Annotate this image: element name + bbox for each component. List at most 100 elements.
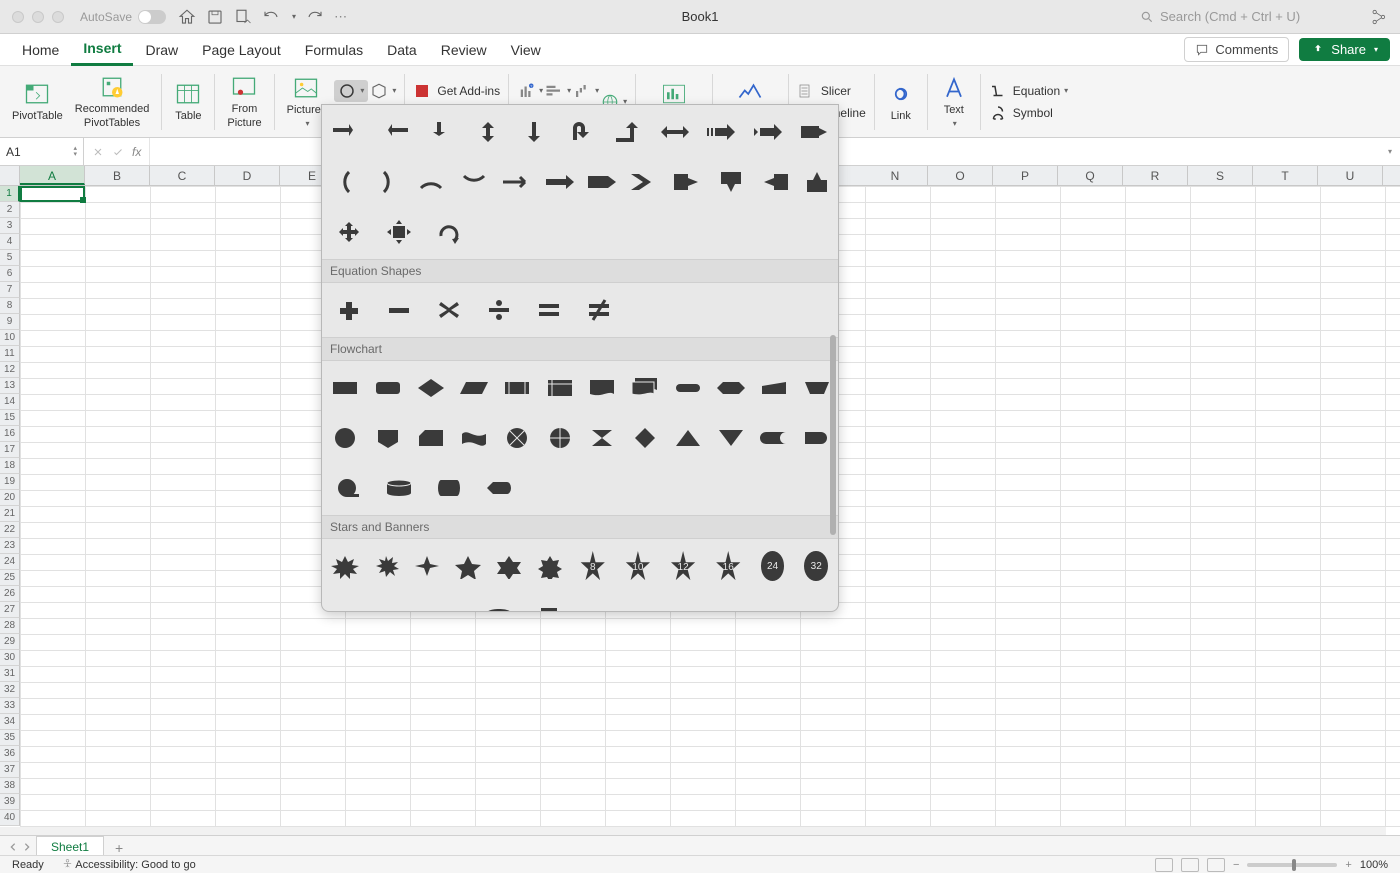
col-header-Q[interactable]: Q xyxy=(1058,166,1123,185)
col-header-A[interactable]: A xyxy=(20,166,85,185)
shape-star6[interactable] xyxy=(492,545,525,587)
shape-equals[interactable] xyxy=(528,289,570,331)
shape-fc-preparation[interactable] xyxy=(713,367,748,409)
row-header-5[interactable]: 5 xyxy=(0,250,20,266)
shape-fc-multidoc[interactable] xyxy=(628,367,663,409)
shape-star4[interactable] xyxy=(410,545,443,587)
shape-down-arrow[interactable] xyxy=(421,111,460,153)
row-header-25[interactable]: 25 xyxy=(0,570,20,586)
col-header-T[interactable]: T xyxy=(1253,166,1318,185)
row-header-36[interactable]: 36 xyxy=(0,746,20,762)
row-header-15[interactable]: 15 xyxy=(0,410,20,426)
shape-arc-right[interactable] xyxy=(371,161,406,203)
shape-not-equal[interactable] xyxy=(578,289,620,331)
shape-left-right-arrow[interactable] xyxy=(655,111,694,153)
shape-u-turn-arrow[interactable] xyxy=(562,111,601,153)
sheet-prev-button[interactable] xyxy=(8,840,18,855)
recommended-charts-button[interactable]: ?▾ xyxy=(517,82,543,100)
col-header-D[interactable]: D xyxy=(215,166,280,185)
undo-dropdown[interactable]: ▾ xyxy=(292,12,296,21)
row-header-7[interactable]: 7 xyxy=(0,282,20,298)
row-header-26[interactable]: 26 xyxy=(0,586,20,602)
save-icon[interactable] xyxy=(206,8,224,26)
shape-divide[interactable] xyxy=(478,289,520,331)
col-header-B[interactable]: B xyxy=(85,166,150,185)
shape-fc-terminator[interactable] xyxy=(671,367,706,409)
tab-data[interactable]: Data xyxy=(375,34,429,66)
shape-callout-right[interactable] xyxy=(671,161,706,203)
shape-plus[interactable] xyxy=(328,289,370,331)
tab-home[interactable]: Home xyxy=(10,34,71,66)
row-header-18[interactable]: 18 xyxy=(0,458,20,474)
row-header-17[interactable]: 17 xyxy=(0,442,20,458)
row-header-31[interactable]: 31 xyxy=(0,666,20,682)
shape-star32[interactable]: 32 xyxy=(804,551,828,581)
shape-fc-data[interactable] xyxy=(456,367,491,409)
qat-more[interactable]: ⋯ xyxy=(334,9,347,25)
shape-multiply[interactable] xyxy=(428,289,470,331)
shape-arc-bottom[interactable] xyxy=(414,161,449,203)
shapes-scrollbar[interactable] xyxy=(828,105,838,611)
fx-label[interactable]: fx xyxy=(132,145,141,159)
row-header-32[interactable]: 32 xyxy=(0,682,20,698)
row-header-9[interactable]: 9 xyxy=(0,314,20,330)
share-button[interactable]: Share ▾ xyxy=(1299,38,1390,61)
row-header-40[interactable]: 40 xyxy=(0,810,20,826)
row-header-6[interactable]: 6 xyxy=(0,266,20,282)
equation-button[interactable]: Equation▾ xyxy=(989,82,1068,100)
shape-fc-card[interactable] xyxy=(414,417,449,459)
recommended-pivottables-button[interactable]: Recommended PivotTables xyxy=(71,71,154,131)
shape-fc-manual-input[interactable] xyxy=(756,367,791,409)
view-page-break-button[interactable] xyxy=(1207,858,1225,872)
shape-scroll-h[interactable] xyxy=(578,597,620,612)
col-header-U[interactable]: U xyxy=(1318,166,1383,185)
zoom-slider[interactable] xyxy=(1247,863,1337,867)
row-header-34[interactable]: 34 xyxy=(0,714,20,730)
row-header-1[interactable]: 1 xyxy=(0,186,20,202)
shape-fc-merge[interactable] xyxy=(713,417,748,459)
row-header-23[interactable]: 23 xyxy=(0,538,20,554)
link-button[interactable]: Link xyxy=(883,78,919,125)
row-header-38[interactable]: 38 xyxy=(0,778,20,794)
shape-fc-internal-storage[interactable] xyxy=(542,367,577,409)
shape-right-arrow[interactable] xyxy=(328,111,367,153)
select-all-corner[interactable] xyxy=(0,166,20,185)
shape-star12[interactable]: 12 xyxy=(671,551,696,583)
shape-fc-stored-data[interactable] xyxy=(756,417,791,459)
undo-icon[interactable] xyxy=(262,8,280,26)
view-page-layout-button[interactable] xyxy=(1181,858,1199,872)
shape-fc-decision[interactable] xyxy=(414,367,449,409)
shape-ribbon-down[interactable] xyxy=(378,597,420,612)
home-icon[interactable] xyxy=(178,8,196,26)
shape-notched-arrow[interactable] xyxy=(749,111,788,153)
shape-star7[interactable] xyxy=(533,545,566,587)
sheet-next-button[interactable] xyxy=(22,840,32,855)
shape-fc-document[interactable] xyxy=(585,367,620,409)
symbol-button[interactable]: Symbol xyxy=(989,104,1068,122)
shape-star8[interactable]: 8 xyxy=(580,551,605,583)
shape-star16[interactable]: 16 xyxy=(716,551,741,583)
row-header-12[interactable]: 12 xyxy=(0,362,20,378)
row-header-39[interactable]: 39 xyxy=(0,794,20,810)
row-header-11[interactable]: 11 xyxy=(0,346,20,362)
redo-icon[interactable] xyxy=(306,8,324,26)
shape-star10[interactable]: 10 xyxy=(625,551,650,583)
tab-formulas[interactable]: Formulas xyxy=(293,34,375,66)
row-header-20[interactable]: 20 xyxy=(0,490,20,506)
shape-quad-callout[interactable] xyxy=(378,211,420,253)
get-addins-button[interactable]: Get Add-ins xyxy=(413,82,500,100)
shape-quad-arrow[interactable] xyxy=(328,211,370,253)
row-header-14[interactable]: 14 xyxy=(0,394,20,410)
tab-draw[interactable]: Draw xyxy=(133,34,190,66)
shape-explosion1[interactable] xyxy=(328,545,361,587)
shapes-button-active[interactable]: ▾ xyxy=(334,80,368,102)
shape-star24[interactable]: 24 xyxy=(761,551,785,581)
status-accessibility[interactable]: Accessibility: Good to go xyxy=(62,858,196,871)
shape-fc-display[interactable] xyxy=(478,467,520,509)
shape-star5[interactable] xyxy=(451,545,484,587)
shape-scroll-v[interactable] xyxy=(528,597,570,612)
shape-fc-direct-access[interactable] xyxy=(428,467,470,509)
expand-formula-icon[interactable]: ▾ xyxy=(1388,147,1392,156)
pivottable-button[interactable]: PivotTable xyxy=(8,78,67,125)
zoom-level[interactable]: 100% xyxy=(1360,859,1388,871)
